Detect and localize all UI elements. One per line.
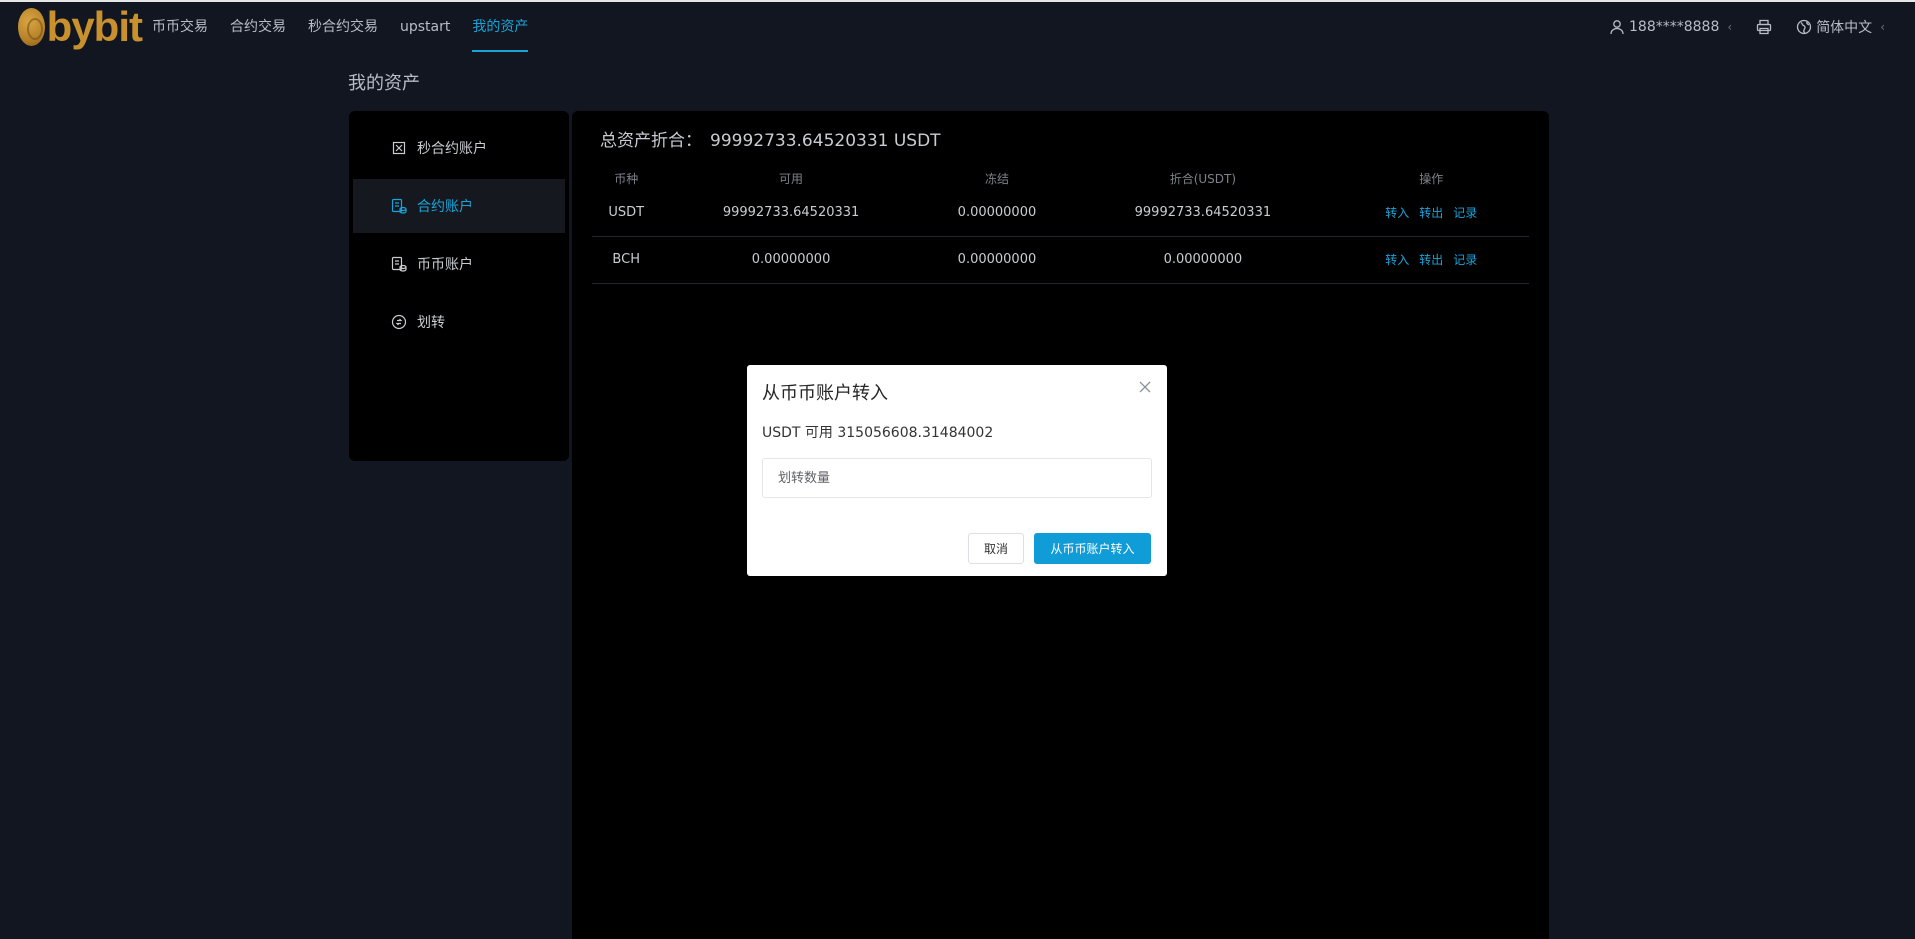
nav-item-spot-trading[interactable]: 币币交易	[152, 2, 208, 52]
cell-coin: BCH	[592, 236, 661, 284]
transfer-out-link[interactable]: 转出	[1419, 206, 1443, 220]
sidebar-item-spot-account[interactable]: 币币账户	[353, 237, 565, 291]
print-button[interactable]	[1756, 19, 1772, 35]
cell-available: 0.00000000	[660, 236, 922, 284]
user-menu[interactable]: 188****8888 ‹	[1609, 19, 1732, 35]
cell-equiv: 99992733.64520331	[1072, 189, 1334, 237]
nav-item-second-contract-trading[interactable]: 秒合约交易	[308, 2, 378, 52]
sidebar-item-label: 秒合约账户	[417, 141, 487, 157]
chevron-left-icon: ‹	[1880, 20, 1885, 34]
sidebar-item-label: 合约账户	[417, 199, 473, 215]
transfer-amount-input[interactable]	[762, 458, 1152, 498]
sidebar-item-contract-account[interactable]: 合约账户	[353, 179, 565, 233]
cell-equiv: 0.00000000	[1072, 236, 1334, 284]
table-row: BCH 0.00000000 0.00000000 0.00000000 转入转…	[592, 236, 1529, 284]
language-selector[interactable]: 简体中文 ‹	[1796, 17, 1885, 37]
total-assets-value: 99992733.64520331 USDT	[710, 131, 941, 151]
confirm-transfer-button[interactable]: 从币币账户转入	[1034, 533, 1151, 564]
total-assets: 总资产折合： 99992733.64520331 USDT	[600, 126, 941, 151]
user-icon	[1609, 19, 1625, 35]
spot-wallet-icon	[391, 256, 407, 272]
page-title: 我的资产	[348, 73, 420, 94]
sidebar-item-transfer[interactable]: 划转	[353, 295, 565, 349]
column-header-frozen: 冻结	[984, 171, 1009, 186]
print-icon	[1756, 19, 1772, 35]
assets-table: 币种 可用 冻结 折合(USDT) 操作 USDT 99992733.64520…	[592, 167, 1529, 284]
records-link[interactable]: 记录	[1453, 253, 1477, 267]
transfer-icon	[391, 314, 407, 330]
second-contract-icon	[391, 140, 407, 156]
cell-frozen: 0.00000000	[921, 236, 1073, 284]
sidebar-item-label: 币币账户	[417, 257, 473, 273]
sidebar-item-second-contract-account[interactable]: 秒合约账户	[353, 121, 565, 175]
chevron-left-icon: ‹	[1727, 20, 1733, 34]
coin-logo-icon	[18, 8, 45, 46]
cell-frozen: 0.00000000	[921, 189, 1073, 237]
table-header-row: 币种 可用 冻结 折合(USDT) 操作	[592, 167, 1529, 189]
dialog-title: 从币币账户转入	[762, 383, 888, 404]
table-row: USDT 99992733.64520331 0.00000000 999927…	[592, 189, 1529, 237]
close-icon[interactable]	[1137, 379, 1153, 395]
column-header-equiv: 折合(USDT)	[1169, 171, 1237, 186]
main-nav: 币币交易 合约交易 秒合约交易 upstart 我的资产	[152, 2, 550, 52]
cell-ops: 转入 转出 记录	[1333, 236, 1529, 284]
cell-coin: USDT	[592, 189, 661, 237]
available-balance: USDT 可用 315056608.31484002	[762, 425, 994, 441]
globe-icon	[1796, 19, 1812, 35]
transfer-in-link[interactable]: 转入	[1385, 206, 1409, 220]
user-phone: 188****8888	[1629, 19, 1720, 35]
contract-wallet-icon	[391, 198, 407, 214]
nav-item-upstart[interactable]: upstart	[400, 2, 450, 52]
top-navbar: bybit 币币交易 合约交易 秒合约交易 upstart 我的资产 188**…	[0, 0, 1915, 52]
nav-right: 188****8888 ‹ 简体中文 ‹	[1585, 2, 1885, 52]
cell-ops: 转入 转出 记录	[1333, 189, 1529, 237]
cancel-button[interactable]: 取消	[968, 533, 1024, 564]
column-header-coin: 币种	[614, 171, 639, 186]
total-assets-label: 总资产折合：	[600, 131, 702, 151]
column-header-ops: 操作	[1419, 171, 1444, 186]
language-label: 简体中文	[1816, 20, 1873, 36]
transfer-in-dialog: 从币币账户转入 USDT 可用 315056608.31484002 取消 从币…	[747, 365, 1167, 576]
sidebar-item-label: 划转	[417, 315, 445, 331]
account-sidebar: 秒合约账户 合约账户 币币账户 划转	[349, 111, 569, 461]
transfer-out-link[interactable]: 转出	[1419, 253, 1443, 267]
nav-item-contract-trading[interactable]: 合约交易	[230, 2, 286, 52]
nav-item-my-assets[interactable]: 我的资产	[472, 2, 529, 52]
brand-logo[interactable]: bybit	[18, 3, 143, 50]
column-header-available: 可用	[779, 171, 804, 186]
logo-text: bybit	[46, 3, 143, 50]
records-link[interactable]: 记录	[1453, 206, 1477, 220]
transfer-in-link[interactable]: 转入	[1385, 253, 1409, 267]
cell-available: 99992733.64520331	[660, 189, 922, 237]
